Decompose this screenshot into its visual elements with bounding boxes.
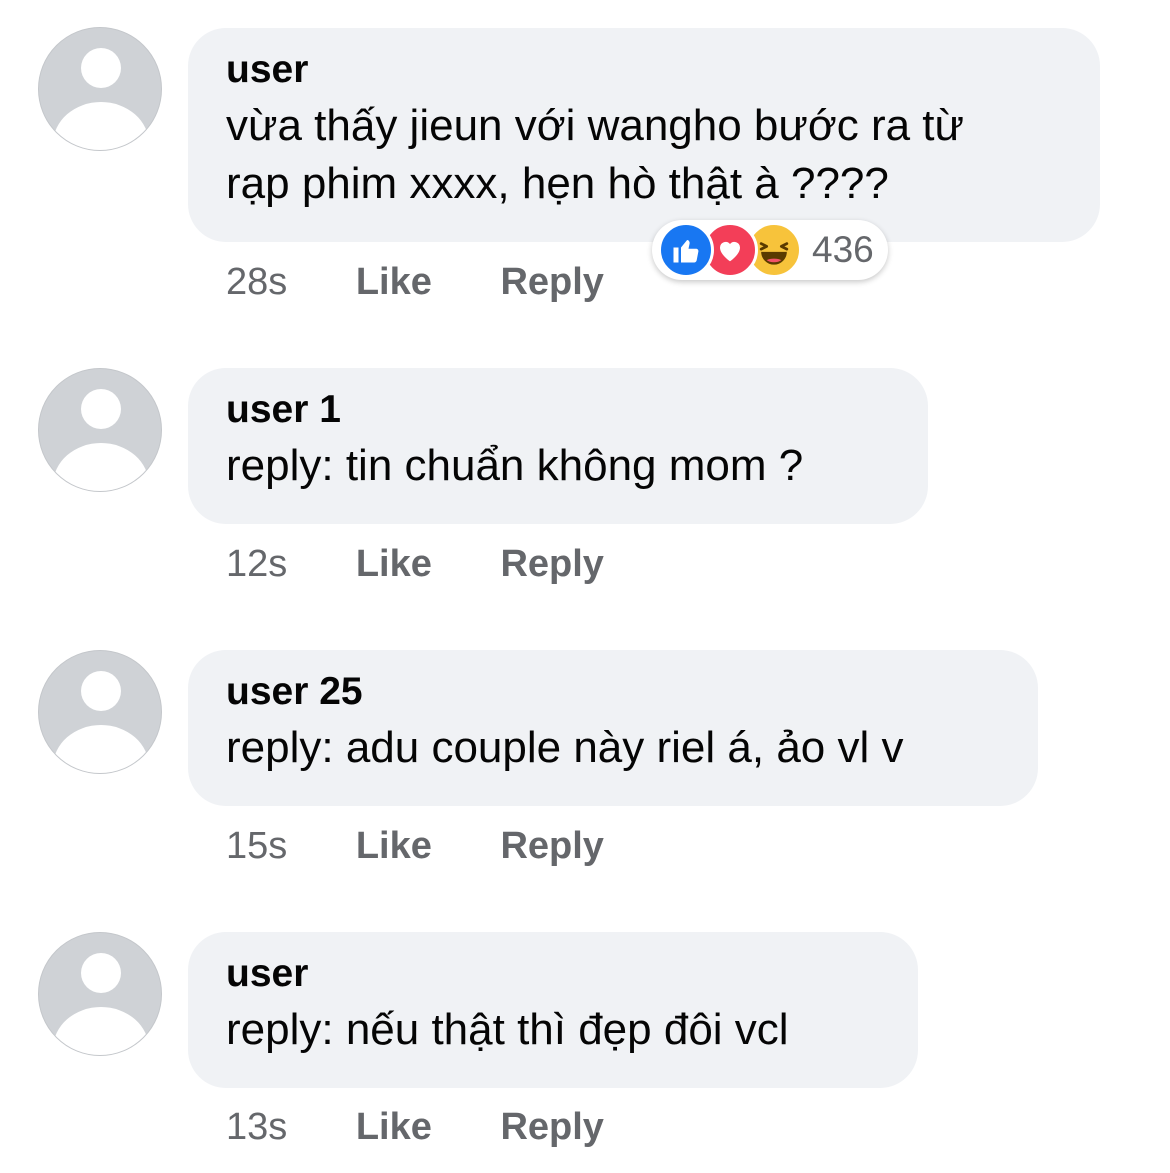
comment-bubble[interactable]: user vừa thấy jieun với wangho bước ra t… <box>188 28 1100 242</box>
comment-author[interactable]: user <box>226 950 880 998</box>
comment-actions: 28s Like Reply <box>226 260 604 304</box>
reply-button[interactable]: Reply <box>500 824 603 868</box>
like-icon <box>658 222 714 278</box>
comment-text-line: vừa thấy jieun với wangho bước ra từ <box>226 101 964 150</box>
avatar[interactable] <box>38 932 162 1056</box>
comment-author[interactable]: user 1 <box>226 386 890 434</box>
comment-author[interactable]: user 25 <box>226 668 1000 716</box>
comment-time[interactable]: 12s <box>226 542 287 586</box>
avatar[interactable] <box>38 27 162 151</box>
like-button[interactable]: Like <box>356 824 432 868</box>
comment-time[interactable]: 15s <box>226 824 287 868</box>
comment-bubble[interactable]: user 1 reply: tin chuẩn không mom ? <box>188 368 928 524</box>
comment-text-line: reply: tin chuẩn không mom ? <box>226 441 804 490</box>
reply-button[interactable]: Reply <box>500 260 603 304</box>
reply-button[interactable]: Reply <box>500 1105 603 1149</box>
comment-time[interactable]: 28s <box>226 260 287 304</box>
reaction-count: 436 <box>812 229 874 270</box>
comment-actions: 13s Like Reply <box>226 1105 604 1149</box>
comment-text-line: reply: adu couple này riel á, ảo vl v <box>226 723 904 772</box>
comment-bubble[interactable]: user 25 reply: adu couple này riel á, ảo… <box>188 650 1038 806</box>
comment-bubble[interactable]: user reply: nếu thật thì đẹp đôi vcl <box>188 932 918 1088</box>
comment-time[interactable]: 13s <box>226 1105 287 1149</box>
like-button[interactable]: Like <box>356 260 432 304</box>
comment-actions: 12s Like Reply <box>226 542 604 586</box>
like-button[interactable]: Like <box>356 1105 432 1149</box>
reactions-summary[interactable]: 436 <box>652 220 888 280</box>
comment-actions: 15s Like Reply <box>226 824 604 868</box>
avatar[interactable] <box>38 368 162 492</box>
like-button[interactable]: Like <box>356 542 432 586</box>
comment-text-line: reply: nếu thật thì đẹp đôi vcl <box>226 1005 789 1054</box>
reply-button[interactable]: Reply <box>500 542 603 586</box>
comment-author[interactable]: user <box>226 46 1062 94</box>
avatar[interactable] <box>38 650 162 774</box>
comment-text-line: rạp phim xxxx, hẹn hò thật à ???? <box>226 159 889 208</box>
